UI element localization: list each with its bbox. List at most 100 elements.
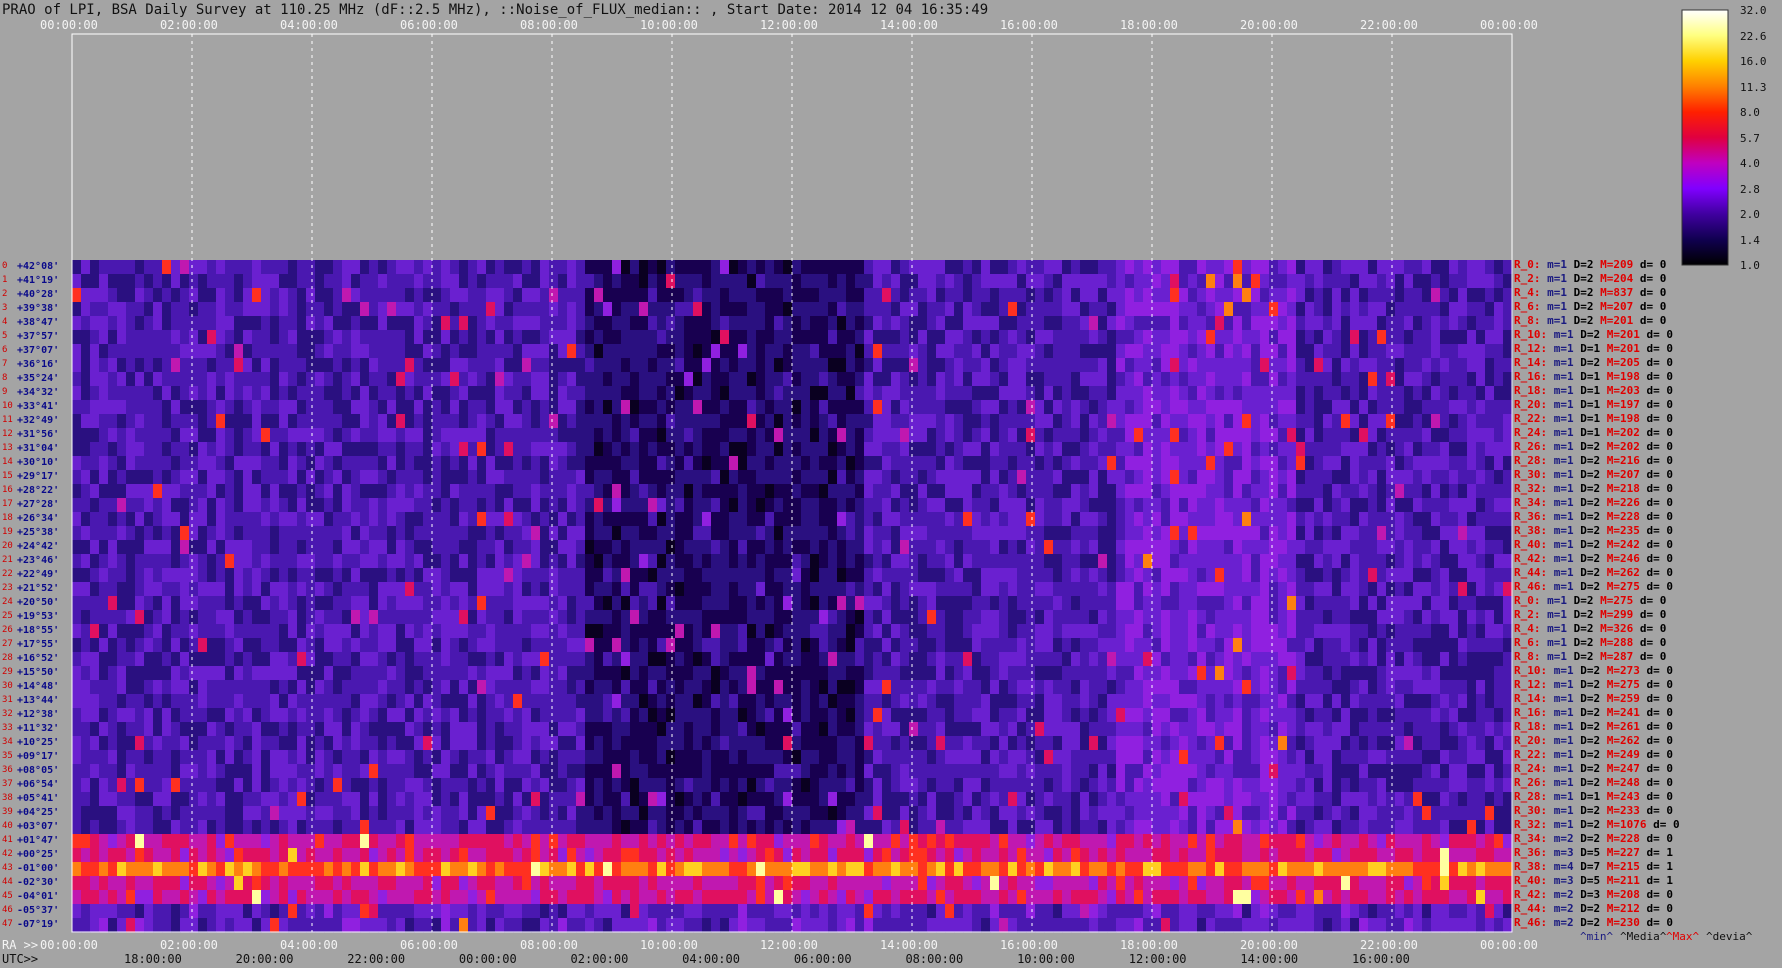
heatmap-cell — [783, 456, 793, 471]
heatmap-cell — [1368, 666, 1378, 681]
heatmap-cell — [1071, 666, 1081, 681]
heatmap-cell — [1476, 428, 1486, 443]
heatmap-cell — [1296, 456, 1306, 471]
heatmap-cell — [675, 568, 685, 583]
heatmap-cell — [990, 666, 1000, 681]
heatmap-cell — [360, 400, 370, 415]
heatmap-cell — [1467, 568, 1477, 583]
heatmap-cell — [693, 442, 703, 457]
heatmap-cell — [567, 358, 577, 373]
heatmap-cell — [360, 260, 370, 275]
heatmap-cell — [531, 638, 541, 653]
heatmap-cell — [675, 680, 685, 695]
heatmap-cell — [927, 526, 937, 541]
heatmap-cell — [1107, 624, 1117, 639]
heatmap-cell — [1296, 666, 1306, 681]
heatmap-cell — [324, 568, 334, 583]
heatmap-cell — [1206, 302, 1216, 317]
heatmap-cell — [1449, 554, 1459, 569]
heatmap-cell — [981, 470, 991, 485]
heatmap-cell — [1368, 330, 1378, 345]
heatmap-cell — [1404, 302, 1414, 317]
heatmap-cell — [1332, 442, 1342, 457]
heatmap-cell — [630, 316, 640, 331]
heatmap-cell — [117, 484, 127, 499]
heatmap-cell — [1305, 442, 1315, 457]
heatmap-cell — [1026, 484, 1036, 499]
heatmap-cell — [1197, 568, 1207, 583]
heatmap-cell — [1359, 414, 1369, 429]
heatmap-cell — [540, 344, 550, 359]
heatmap-cell — [1323, 274, 1333, 289]
heatmap-cell — [1026, 610, 1036, 625]
heatmap-cell — [675, 344, 685, 359]
heatmap-cell — [243, 288, 253, 303]
heatmap-cell — [837, 582, 847, 597]
heatmap-cell — [117, 582, 127, 597]
heatmap-cell — [1485, 624, 1495, 639]
heatmap-cell — [738, 652, 748, 667]
heatmap-cell — [774, 512, 784, 527]
heatmap-cell — [1080, 260, 1090, 275]
heatmap-cell — [1341, 274, 1351, 289]
heatmap-cell — [1188, 666, 1198, 681]
heatmap-cell — [1431, 456, 1441, 471]
heatmap-cell — [117, 610, 127, 625]
heatmap-cell — [837, 526, 847, 541]
heatmap-cell — [90, 512, 100, 527]
heatmap-cell — [387, 400, 397, 415]
heatmap-cell — [342, 694, 352, 709]
heatmap-cell — [243, 344, 253, 359]
heatmap-cell — [1161, 596, 1171, 611]
heatmap-cell — [927, 638, 937, 653]
heatmap-cell — [450, 288, 460, 303]
heatmap-cell — [1197, 414, 1207, 429]
heatmap-cell — [117, 680, 127, 695]
heatmap-cell — [1098, 554, 1108, 569]
heatmap-cell — [585, 442, 595, 457]
heatmap-cell — [162, 610, 172, 625]
heatmap-cell — [432, 680, 442, 695]
heatmap-cell — [603, 526, 613, 541]
heatmap-cell — [351, 484, 361, 499]
heatmap-cell — [81, 638, 91, 653]
heatmap-cell — [180, 344, 190, 359]
heatmap-cell — [846, 526, 856, 541]
heatmap-cell — [90, 358, 100, 373]
heatmap-cell — [657, 484, 667, 499]
heatmap-cell — [1188, 624, 1198, 639]
heatmap-cell — [1089, 484, 1099, 499]
heatmap-cell — [675, 610, 685, 625]
heatmap-cell — [1053, 540, 1063, 555]
heatmap-cell — [414, 386, 424, 401]
heatmap-cell — [612, 358, 622, 373]
heatmap-cell — [1332, 288, 1342, 303]
heatmap-cell — [1323, 330, 1333, 345]
heatmap-cell — [666, 344, 676, 359]
heatmap-cell — [324, 386, 334, 401]
heatmap-cell — [1017, 344, 1027, 359]
heatmap-cell — [756, 330, 766, 345]
heatmap-cell — [306, 358, 316, 373]
heatmap-cell — [1350, 260, 1360, 275]
heatmap-cell — [1152, 386, 1162, 401]
heatmap-cell — [1413, 386, 1423, 401]
heatmap-cell — [135, 526, 145, 541]
heatmap-cell — [225, 526, 235, 541]
heatmap-cell — [405, 554, 415, 569]
heatmap-cell — [738, 414, 748, 429]
heatmap-cell — [1485, 288, 1495, 303]
heatmap-cell — [801, 400, 811, 415]
heatmap-cell — [1188, 358, 1198, 373]
heatmap-cell — [945, 414, 955, 429]
heatmap-cell — [1485, 302, 1495, 317]
heatmap-cell — [108, 428, 118, 443]
heatmap-cell — [459, 470, 469, 485]
heatmap-cell — [1296, 260, 1306, 275]
heatmap-cell — [1413, 456, 1423, 471]
heatmap-cell — [162, 484, 172, 499]
heatmap-cell — [216, 428, 226, 443]
heatmap-cell — [585, 526, 595, 541]
heatmap-cell — [171, 428, 181, 443]
heatmap-cell — [468, 372, 478, 387]
